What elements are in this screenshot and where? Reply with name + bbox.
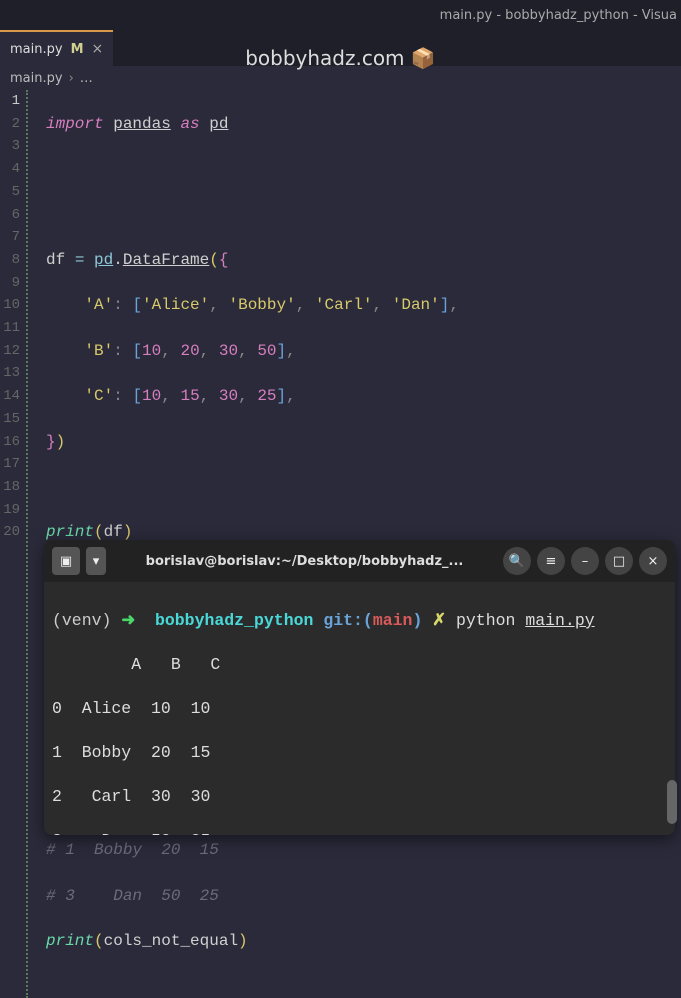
line-number: 8: [0, 249, 20, 272]
code-line: # 3 Dan 50 25: [46, 885, 681, 908]
line-number: 20: [0, 521, 20, 544]
close-icon[interactable]: ×: [92, 41, 104, 57]
line-number-gutter: 1 2 3 4 5 6 7 8 9 10 11 12 13 14 15 16 1…: [0, 90, 24, 998]
menu-icon[interactable]: ≡: [537, 547, 565, 575]
line-number: 11: [0, 317, 20, 340]
terminal-new-tab-button[interactable]: ▣: [52, 547, 80, 575]
breadcrumb[interactable]: main.py › …: [0, 66, 681, 90]
line-number: 2: [0, 113, 20, 136]
breadcrumb-rest[interactable]: …: [80, 71, 93, 86]
window-title-bar: main.py - bobbyhadz_python - Visua: [0, 0, 681, 30]
code-line: [46, 158, 681, 181]
code-line: 'B': [10, 20, 30, 50],: [46, 340, 681, 363]
tab-modified-indicator: M: [71, 42, 84, 57]
line-number: 3: [0, 135, 20, 158]
code-line: # 1 Bobby 20 15: [46, 839, 681, 862]
terminal-title-bar[interactable]: ▣ ▾ borislav@borislav:~/Desktop/bobbyhad…: [44, 540, 675, 582]
code-line: [46, 204, 681, 227]
line-number: 15: [0, 408, 20, 431]
terminal-dropdown-button[interactable]: ▾: [86, 547, 106, 575]
terminal-output[interactable]: (venv) ➜ bobbyhadz_python git:(main) ✗ p…: [44, 582, 675, 835]
editor-tab-bar: main.py M ×: [0, 30, 681, 66]
line-number: 12: [0, 340, 20, 363]
search-icon[interactable]: 🔍: [503, 547, 531, 575]
tab-main-py[interactable]: main.py M ×: [0, 30, 113, 66]
code-line: import pandas as pd: [46, 113, 681, 136]
line-number: 1: [0, 90, 20, 113]
tab-filename: main.py: [10, 42, 63, 57]
line-number: 17: [0, 453, 20, 476]
maximize-icon[interactable]: □: [605, 547, 633, 575]
breadcrumb-file[interactable]: main.py: [10, 71, 63, 86]
line-number: 14: [0, 385, 20, 408]
line-number: 4: [0, 158, 20, 181]
terminal-line: 1 Bobby 20 15: [52, 742, 667, 764]
line-number: 6: [0, 204, 20, 227]
terminal-line: 2 Carl 30 30: [52, 786, 667, 808]
code-line: }): [46, 431, 681, 454]
line-number: 5: [0, 181, 20, 204]
code-line: 'C': [10, 15, 30, 25],: [46, 385, 681, 408]
line-number: 18: [0, 476, 20, 499]
terminal-line: A B C: [52, 654, 667, 676]
line-number: 9: [0, 272, 20, 295]
code-line: 'A': ['Alice', 'Bobby', 'Carl', 'Dan'],: [46, 294, 681, 317]
terminal-line: (venv) ➜ bobbyhadz_python git:(main) ✗ p…: [52, 610, 667, 632]
terminal-scrollbar[interactable]: [667, 780, 677, 824]
code-line: print(cols_not_equal): [46, 930, 681, 953]
line-number: 10: [0, 294, 20, 317]
line-number: 7: [0, 226, 20, 249]
minimize-icon[interactable]: –: [571, 547, 599, 575]
terminal-line: 0 Alice 10 10: [52, 698, 667, 720]
chevron-right-icon: ›: [69, 71, 74, 86]
code-line: [46, 476, 681, 499]
line-number: 19: [0, 499, 20, 522]
terminal-line: 3 Dan 50 25: [52, 830, 667, 835]
terminal-window[interactable]: ▣ ▾ borislav@borislav:~/Desktop/bobbyhad…: [44, 540, 675, 835]
close-icon[interactable]: ×: [639, 547, 667, 575]
line-number: 13: [0, 362, 20, 385]
window-title: main.py - bobbyhadz_python - Visua: [440, 8, 677, 23]
terminal-title: borislav@borislav:~/Desktop/bobbyhadz_..…: [112, 554, 497, 569]
code-line: df = pd.DataFrame({: [46, 249, 681, 272]
line-number: 16: [0, 431, 20, 454]
